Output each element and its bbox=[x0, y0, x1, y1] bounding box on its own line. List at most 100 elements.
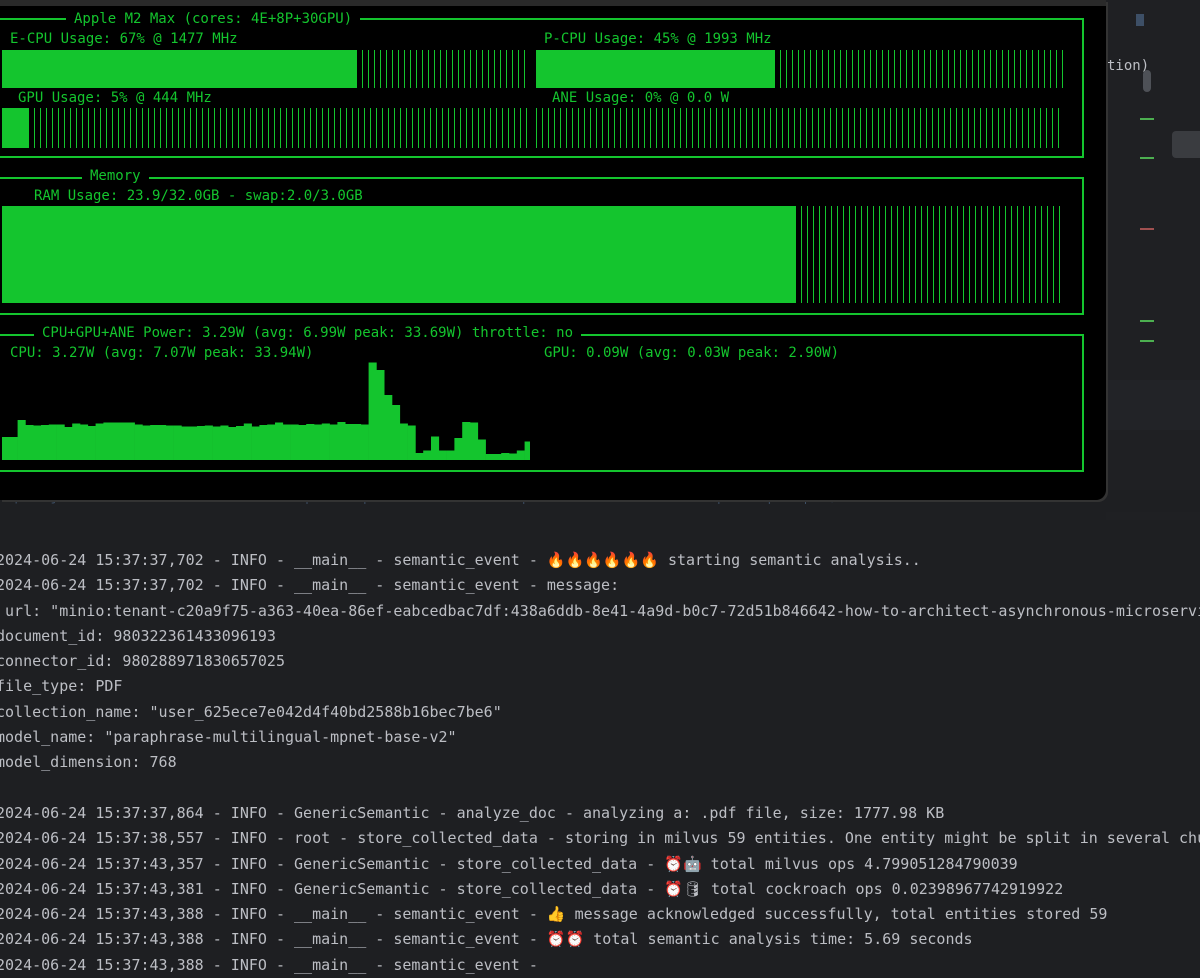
log-line: model_name: "paraphrase-multilingual-mpn… bbox=[0, 728, 457, 747]
cpu-power-bar bbox=[87, 426, 96, 460]
cpu-power-bar bbox=[384, 395, 393, 460]
cpu-power-bar bbox=[360, 424, 369, 460]
cpu-power-bar bbox=[368, 362, 377, 460]
cpu-power-bar bbox=[454, 438, 463, 460]
cpu-power-bar bbox=[431, 436, 440, 460]
cpu-power-bar bbox=[399, 423, 408, 460]
ide-change-marker bbox=[1140, 118, 1154, 120]
cpu-power-bar bbox=[275, 422, 284, 460]
log-line: 2024-06-24 15:37:38,557 - INFO - root - … bbox=[0, 829, 1200, 848]
cpu-power-bar bbox=[493, 454, 502, 460]
pcpu-usage-track bbox=[774, 50, 1064, 88]
cpu-power-bar bbox=[17, 420, 26, 460]
log-line: 2024-06-24 15:37:37,702 - INFO - __main_… bbox=[0, 576, 620, 595]
cpu-power-bar bbox=[173, 425, 182, 460]
cpu-power-bar bbox=[189, 426, 198, 460]
log-line: 2024-06-24 15:37:43,388 - INFO - __main_… bbox=[0, 930, 973, 949]
cpu-power-bar bbox=[306, 424, 315, 460]
cpu-power-bar bbox=[228, 427, 237, 460]
processor-panel-title: Apple M2 Max (cores: 4E+8P+30GPU) bbox=[66, 11, 361, 27]
cpu-power-bar bbox=[516, 450, 525, 460]
cpu-power-bar bbox=[220, 425, 229, 460]
cpu-power-bar bbox=[181, 426, 190, 460]
cpu-power-bar bbox=[165, 425, 174, 460]
ram-usage-fill bbox=[2, 206, 795, 303]
cpu-power-bar bbox=[290, 424, 299, 460]
gpu-usage-gauge bbox=[2, 108, 530, 148]
cpu-power-bar bbox=[111, 422, 120, 460]
gpu-usage-fill bbox=[2, 108, 28, 148]
pcpu-usage-fill bbox=[536, 50, 774, 88]
cpu-power-bar bbox=[134, 424, 143, 460]
cpu-power-bar bbox=[329, 424, 338, 460]
cpu-power-bar bbox=[243, 423, 252, 460]
cpu-power-bar bbox=[438, 450, 447, 460]
ide-change-marker bbox=[1140, 228, 1154, 230]
log-line: 2024-06-24 15:37:37,702 - INFO - __main_… bbox=[0, 551, 921, 569]
cpu-power-bar bbox=[298, 425, 307, 460]
cpu-power-bar bbox=[353, 424, 362, 460]
log-line: url: "minio:tenant-c20a9f75-a363-40ea-86… bbox=[0, 601, 1200, 620]
ecpu-usage-fill bbox=[2, 50, 356, 88]
cpu-power-bar bbox=[9, 437, 18, 460]
log-line: file_type: PDF bbox=[0, 677, 123, 696]
log-line: 2024-06-24 15:37:43,357 - INFO - Generic… bbox=[0, 854, 1018, 873]
cpu-power-bar bbox=[446, 450, 455, 460]
cpu-power-bar bbox=[2, 437, 11, 460]
cpu-power-bar bbox=[197, 426, 206, 460]
cpu-power-bar bbox=[158, 425, 167, 460]
cpu-power-bar bbox=[501, 453, 510, 460]
cpu-power-bar bbox=[41, 425, 50, 460]
log-line: connector_id: 980288971830657025 bbox=[0, 652, 285, 671]
ide-change-marker bbox=[1140, 320, 1154, 322]
log-line: 2024-06-24 15:37:43,388 - INFO - __main_… bbox=[0, 955, 538, 974]
ecpu-usage-label: E-CPU Usage: 67% @ 1477 MHz bbox=[10, 31, 238, 47]
cpu-power-bar bbox=[415, 453, 424, 460]
cpu-power-bar bbox=[314, 424, 323, 460]
cpu-power-bar bbox=[236, 426, 245, 460]
ide-change-marker bbox=[1140, 157, 1154, 159]
cpu-power-bar bbox=[407, 425, 416, 460]
terminal-top-edge bbox=[0, 0, 1106, 6]
cpu-power-bar bbox=[392, 405, 401, 460]
power-panel-title: CPU+GPU+ANE Power: 3.29W (avg: 6.99W pea… bbox=[34, 325, 582, 341]
cpu-power-bar bbox=[524, 441, 530, 460]
cpu-power-bar bbox=[376, 370, 385, 460]
cpu-power-bar bbox=[509, 453, 518, 460]
cpu-power-bar bbox=[423, 450, 432, 460]
log-line: 2024-06-24 15:37:43,381 - INFO - Generic… bbox=[0, 879, 1064, 898]
gpu-power-label: GPU: 0.09W (avg: 0.03W peak: 2.90W) bbox=[544, 345, 840, 361]
ide-scrollbar-thumb[interactable] bbox=[1143, 70, 1151, 92]
cpu-power-bar bbox=[337, 422, 346, 460]
cpu-power-bar bbox=[267, 424, 276, 460]
cpu-power-bar bbox=[259, 425, 268, 460]
log-line: 2024-06-24 15:37:43,388 - INFO - __main_… bbox=[0, 905, 1108, 924]
memory-panel-title: Memory bbox=[82, 168, 149, 184]
log-line: collection_name: "user_625ece7e042d4f40b… bbox=[0, 702, 502, 721]
ide-side-tab[interactable] bbox=[1172, 131, 1200, 158]
log-output: 2024-06-24 15:37:37,702 - INFO - __main_… bbox=[0, 548, 1200, 978]
cpu-power-bar bbox=[126, 422, 135, 460]
cpu-power-bar bbox=[282, 424, 291, 460]
cpu-power-bar bbox=[462, 422, 471, 460]
ecpu-usage-gauge bbox=[2, 50, 530, 88]
log-line: document_id: 980322361433096193 bbox=[0, 626, 276, 645]
log-line: 2024-06-24 15:37:37,864 - INFO - Generic… bbox=[0, 803, 945, 822]
ecpu-usage-track bbox=[356, 50, 530, 88]
gpu-usage-track bbox=[28, 108, 530, 148]
ide-change-marker bbox=[1136, 14, 1144, 26]
ram-usage-track bbox=[795, 206, 1064, 303]
pcpu-usage-gauge bbox=[536, 50, 1064, 88]
monitor-terminal-window[interactable]: Apple M2 Max (cores: 4E+8P+30GPU) E-CPU … bbox=[0, 0, 1106, 500]
cpu-power-bar bbox=[64, 427, 73, 460]
pcpu-usage-label: P-CPU Usage: 45% @ 1993 MHz bbox=[544, 31, 772, 47]
cpu-power-bar bbox=[477, 439, 486, 460]
cpu-power-bar bbox=[48, 424, 57, 460]
cpu-power-bar bbox=[33, 425, 42, 460]
ram-usage-label: RAM Usage: 23.9/32.0GB - swap:2.0/3.0GB bbox=[34, 188, 363, 204]
cpu-power-bar bbox=[150, 425, 159, 460]
cpu-power-bar bbox=[485, 454, 494, 460]
cpu-power-bar bbox=[345, 424, 354, 460]
ane-usage-gauge bbox=[536, 108, 1064, 148]
cpu-power-bar bbox=[470, 422, 479, 460]
